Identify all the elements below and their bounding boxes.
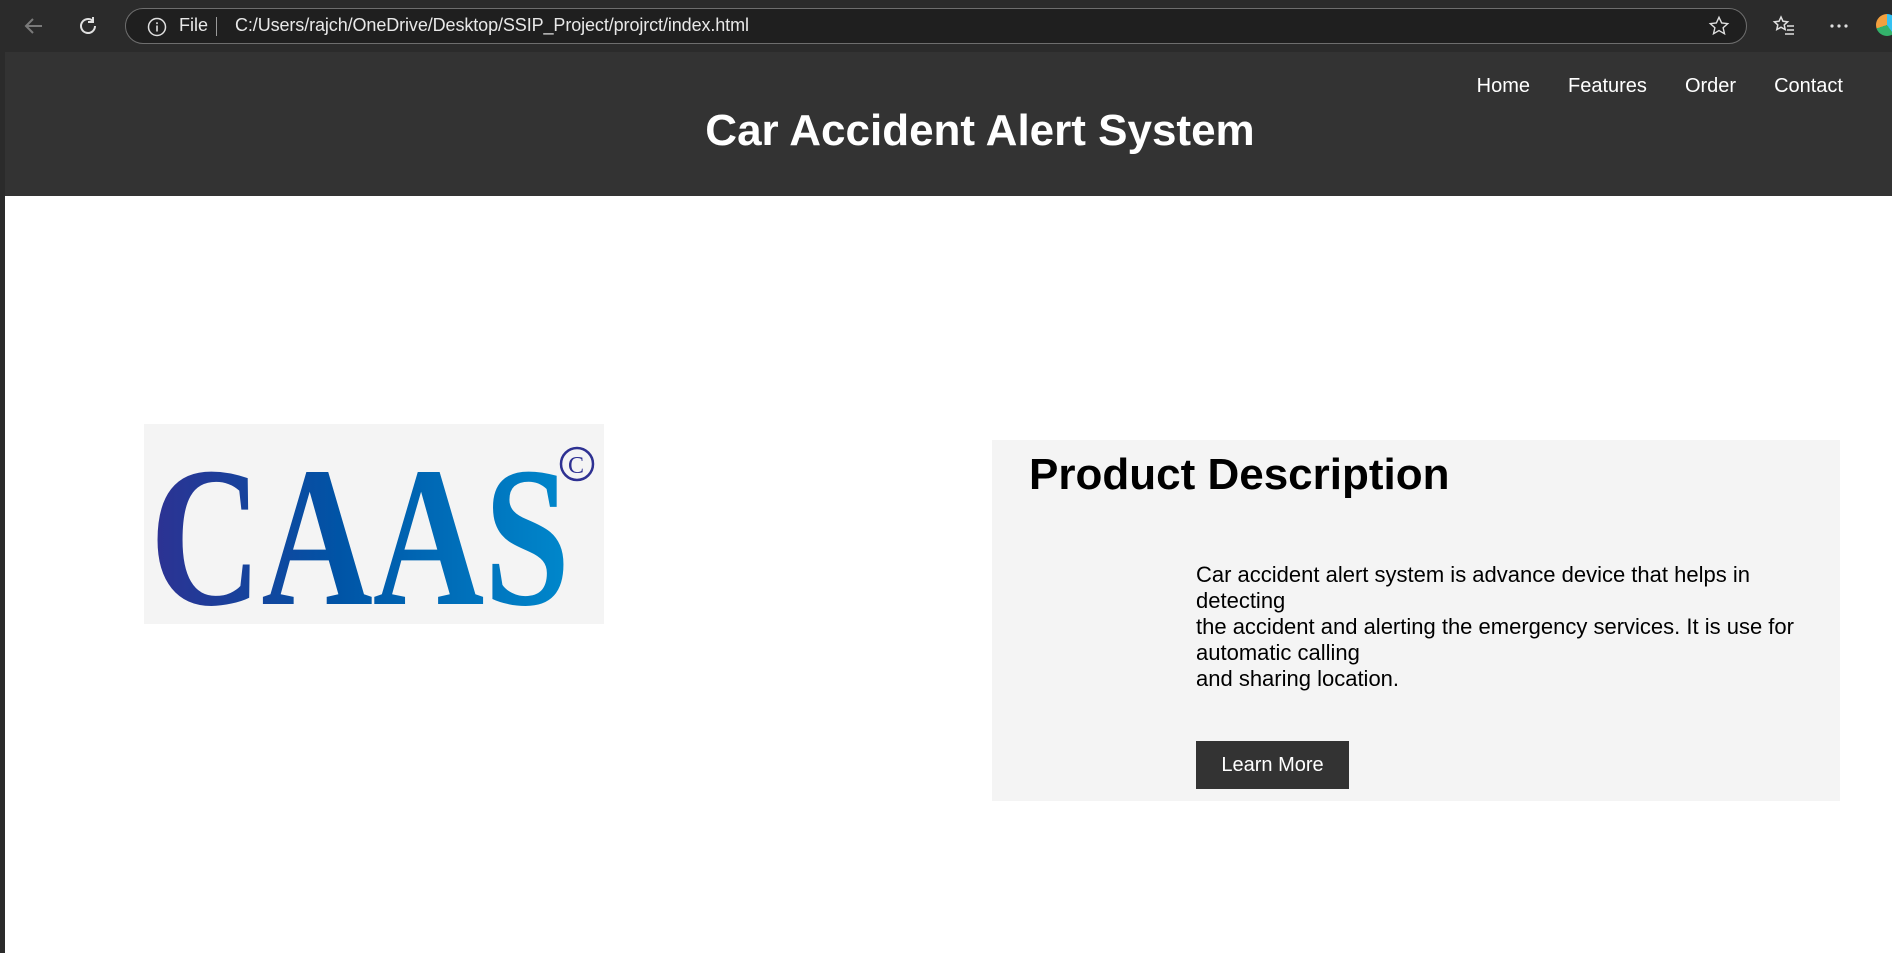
caas-logo-image: CAAS C: [150, 427, 595, 648]
address-separator: [216, 17, 217, 36]
description-line: detecting: [1196, 588, 1286, 613]
nav-contact[interactable]: Contact: [1774, 75, 1843, 98]
nav-home[interactable]: Home: [1477, 75, 1530, 98]
description-title: Product Description: [1029, 450, 1450, 499]
browser-toolbar: File C:/Users/rajch/OneDrive/Desktop/SSI…: [0, 0, 1892, 52]
site-scheme-label[interactable]: File: [179, 15, 208, 36]
description-line: the accident and alerting the emergency …: [1196, 614, 1794, 639]
favorites-icon: [1772, 15, 1794, 35]
main-nav: Home Features Order Contact: [1439, 75, 1843, 98]
page-title: Car Accident Alert System: [705, 106, 1255, 155]
svg-text:C: C: [568, 453, 584, 479]
product-description-panel: Product Description Car accident alert s…: [992, 440, 1840, 801]
reload-button[interactable]: [72, 10, 104, 42]
favorites-button[interactable]: [1768, 10, 1800, 42]
description-line: automatic calling: [1196, 640, 1360, 665]
back-button[interactable]: [18, 10, 50, 42]
more-icon: [1830, 24, 1848, 28]
copilot-icon[interactable]: [1876, 14, 1892, 36]
more-button[interactable]: [1823, 10, 1855, 42]
address-bar[interactable]: File C:/Users/rajch/OneDrive/Desktop/SSI…: [125, 8, 1747, 44]
site-header: Home Features Order Contact Car Accident…: [5, 52, 1892, 196]
info-icon[interactable]: [147, 17, 167, 37]
web-page: Home Features Order Contact Car Accident…: [5, 52, 1892, 953]
description-line: Car accident alert system is advance dev…: [1196, 562, 1750, 587]
caas-logo: CAAS C: [144, 424, 604, 648]
logo-wordmark: CAAS: [150, 427, 570, 624]
learn-more-button[interactable]: Learn More: [1196, 741, 1349, 789]
star-icon[interactable]: [1708, 15, 1730, 37]
reload-icon: [80, 17, 96, 34]
nav-order[interactable]: Order: [1685, 75, 1736, 98]
nav-features[interactable]: Features: [1568, 75, 1647, 98]
back-icon: [24, 18, 42, 34]
description-line: and sharing location.: [1196, 666, 1400, 691]
url-text[interactable]: C:/Users/rajch/OneDrive/Desktop/SSIP_Pro…: [235, 15, 749, 36]
description-text: Car accident alert system is advance dev…: [1196, 562, 1826, 692]
